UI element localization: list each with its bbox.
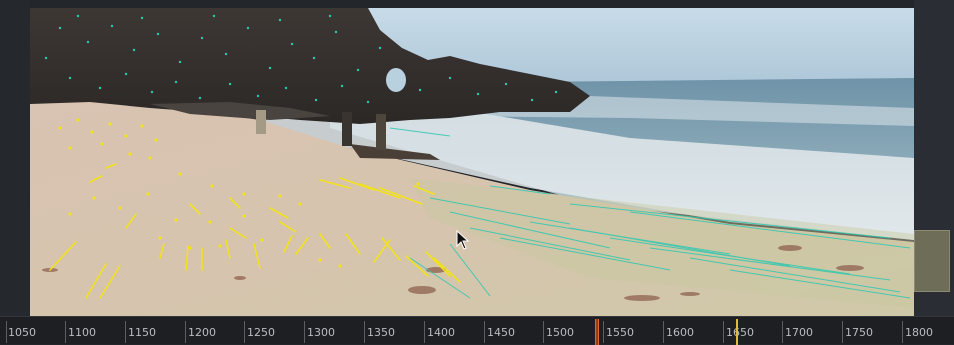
timeline-tick-label: 1300	[307, 326, 335, 339]
playhead-handle[interactable]	[595, 319, 599, 345]
timeline-tick-label: 1150	[128, 326, 156, 339]
timeline-tick	[304, 321, 305, 343]
timeline-tick-label: 1250	[247, 326, 275, 339]
video-frame[interactable]	[30, 8, 914, 316]
timeline-tick	[424, 321, 425, 343]
color-swatch	[914, 230, 950, 292]
timeline-ruler[interactable]: 1050 1100 1150 1200 1250 1300 1350 1400 …	[0, 316, 954, 345]
timeline-tick	[65, 321, 66, 343]
timeline-tick	[185, 321, 186, 343]
viewer-panel[interactable]	[0, 0, 954, 316]
beach-scene-image	[30, 8, 914, 316]
timeline-tick	[663, 321, 664, 343]
timeline-tick-label: 1550	[606, 326, 634, 339]
timeline-tick-label: 1400	[427, 326, 455, 339]
timeline-tick	[364, 321, 365, 343]
timeline-tick	[484, 321, 485, 343]
timeline-tick	[782, 321, 783, 343]
timeline-tick	[842, 321, 843, 343]
timeline-tick	[125, 321, 126, 343]
mouse-pointer-icon	[456, 229, 470, 254]
timeline-tick-label: 1500	[546, 326, 574, 339]
playhead-line	[596, 319, 598, 345]
timeline-tick-label: 1100	[68, 326, 96, 339]
timeline-tick-label: 1350	[367, 326, 395, 339]
timeline-tick	[543, 321, 544, 343]
timeline-tick-label: 1750	[845, 326, 873, 339]
timeline-tick-label: 1450	[487, 326, 515, 339]
timeline-tick	[603, 321, 604, 343]
timeline-tick-label: 1050	[8, 326, 36, 339]
timeline-tick-label: 1600	[666, 326, 694, 339]
timeline-tick	[723, 321, 724, 343]
keyframe-marker[interactable]	[736, 319, 738, 345]
timeline-tick-label: 1700	[785, 326, 813, 339]
timeline-tick	[244, 321, 245, 343]
timeline-tick-label: 1800	[905, 326, 933, 339]
timeline-tick	[902, 321, 903, 343]
viewer-left-margin	[0, 0, 30, 316]
timeline-tick	[6, 321, 7, 343]
timeline-tick-label: 1200	[188, 326, 216, 339]
timeline-tick-label: 1650	[726, 326, 754, 339]
